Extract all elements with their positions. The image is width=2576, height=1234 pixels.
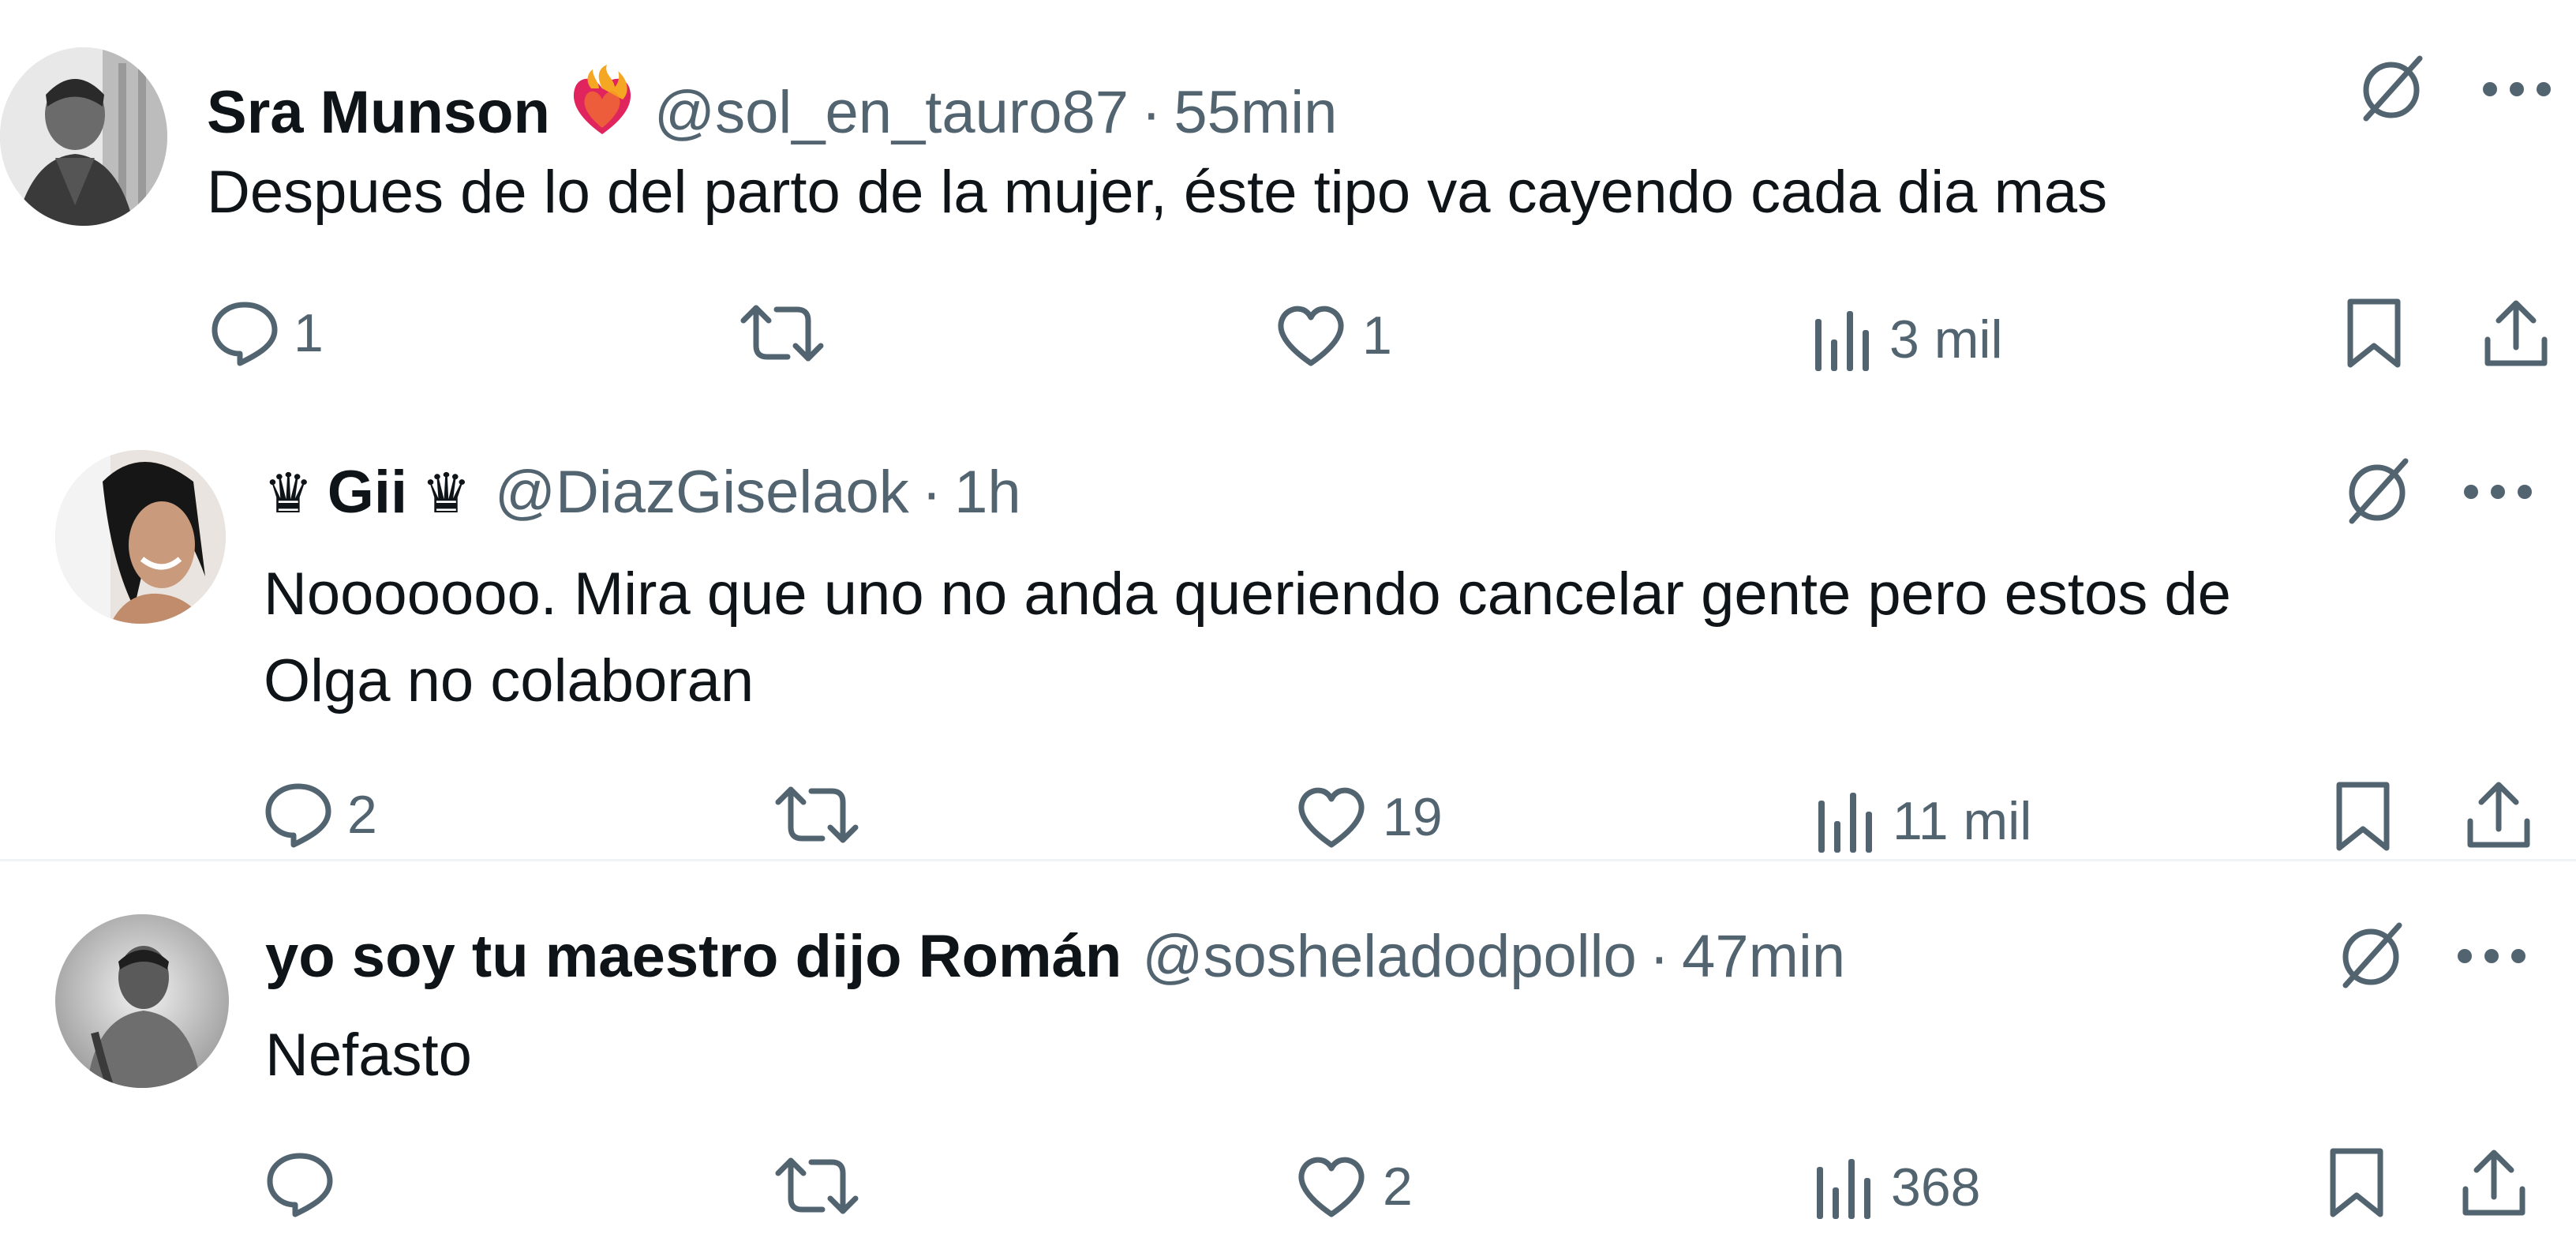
handle[interactable]: @sosheladodpollo (1142, 927, 1636, 987)
reply-icon (265, 1151, 335, 1217)
views-icon (1814, 308, 1875, 371)
views-count: 368 (1891, 1157, 1981, 1217)
share-icon (2483, 300, 2549, 368)
share-icon (2461, 1150, 2527, 1217)
timestamp[interactable]: 55min (1174, 83, 1337, 143)
reply-count: 2 (347, 785, 377, 845)
tweet-text-line: Nooooooo. Mira que uno no anda queriendo… (264, 561, 2231, 628)
reply-button[interactable] (265, 1151, 349, 1217)
like-count: 1 (1362, 306, 1392, 366)
more-icon[interactable] (2462, 483, 2533, 501)
like-button[interactable]: 19 (1294, 785, 1443, 850)
views-icon (1817, 790, 1878, 853)
repost-icon (773, 783, 860, 846)
tweet-3[interactable]: yo soy tu maestro dijo Román @sosheladod… (0, 862, 2576, 1234)
tweet-text-line: Nefasto (265, 1022, 472, 1089)
like-count: 2 (1383, 1157, 1413, 1217)
display-name[interactable]: Sra Munson (207, 83, 550, 143)
reply-icon (264, 782, 333, 848)
share-icon (2466, 782, 2532, 850)
like-icon (1294, 785, 1368, 850)
share-button[interactable] (2466, 782, 2532, 850)
bookmark-button[interactable] (2328, 1146, 2385, 1219)
bookmark-icon (2334, 780, 2391, 853)
repost-button[interactable] (739, 302, 840, 365)
reply-button[interactable]: 2 (264, 782, 377, 848)
repost-icon (739, 302, 826, 365)
share-button[interactable] (2461, 1150, 2527, 1217)
tweet-text-line: Olga no colaboran (264, 647, 754, 715)
like-icon (1294, 1154, 1368, 1219)
separator: · (1649, 923, 1670, 990)
views-icon (1815, 1156, 1877, 1219)
bookmark-icon (2328, 1146, 2385, 1219)
reply-button[interactable]: 1 (210, 300, 324, 366)
separator: · (921, 459, 942, 526)
repost-button[interactable] (773, 783, 874, 846)
grok-icon[interactable] (2352, 49, 2431, 128)
views-count: 3 mil (1889, 309, 2003, 369)
timestamp[interactable]: 1h (954, 463, 1021, 523)
tweet-header: yo soy tu maestro dijo Román @sosheladod… (265, 927, 1845, 987)
timestamp[interactable]: 47min (1682, 927, 1845, 987)
grok-icon[interactable] (2331, 916, 2410, 995)
avatar[interactable] (55, 914, 229, 1088)
tweet-text: Despues de lo del parto de la mujer, ést… (207, 149, 2107, 236)
tweet-text-line: Despues de lo del parto de la mujer, ést… (207, 159, 2108, 226)
reply-icon (210, 300, 279, 366)
views-button[interactable]: 11 mil (1817, 790, 2031, 853)
avatar-image (55, 914, 229, 1088)
tweet-text: Nefasto (265, 1012, 472, 1099)
like-button[interactable]: 2 (1294, 1154, 1413, 1219)
tweet-header: Sra Munson @sol_en_tauro87 · 55min (207, 60, 1337, 143)
share-button[interactable] (2483, 300, 2549, 368)
bookmark-icon (2346, 297, 2402, 369)
like-button[interactable]: 1 (1274, 303, 1392, 368)
tweet-header: ♛ Gii ♛ @DiazGiselaok · 1h (264, 463, 1021, 523)
like-icon (1274, 303, 1348, 368)
divider (0, 859, 2576, 861)
crown-icon: ♛ (264, 463, 313, 524)
tweet-2[interactable]: ♛ Gii ♛ @DiazGiselaok · 1h Nooooooo. Mir… (0, 411, 2576, 859)
crown-icon: ♛ (421, 463, 471, 524)
avatar[interactable] (55, 450, 226, 624)
grok-icon[interactable] (2338, 452, 2417, 531)
more-icon[interactable] (2456, 947, 2527, 965)
bookmark-button[interactable] (2346, 297, 2402, 369)
display-name[interactable]: Gii (328, 463, 407, 523)
avatar-image (55, 450, 226, 624)
bookmark-button[interactable] (2334, 780, 2391, 853)
like-count: 19 (1383, 787, 1443, 847)
more-icon[interactable] (2481, 81, 2552, 98)
handle[interactable]: @DiazGiselaok (495, 463, 909, 523)
views-button[interactable]: 3 mil (1814, 308, 2003, 371)
repost-button[interactable] (773, 1154, 874, 1217)
avatar-image (0, 47, 167, 226)
repost-icon (773, 1154, 860, 1217)
views-button[interactable]: 368 (1815, 1156, 1980, 1219)
avatar[interactable] (0, 47, 167, 226)
views-count: 11 mil (1893, 791, 2032, 851)
handle[interactable]: @sol_en_tauro87 (654, 83, 1129, 143)
tweet-1[interactable]: Sra Munson @sol_en_tauro87 · 55min Despu… (0, 0, 2576, 411)
flaming-heart-icon (567, 65, 637, 148)
tweet-text: Nooooooo. Mira que uno no anda queriendo… (264, 551, 2231, 725)
display-name[interactable]: yo soy tu maestro dijo Román (265, 927, 1121, 987)
reply-count: 1 (294, 303, 324, 363)
separator: · (1141, 79, 1162, 146)
